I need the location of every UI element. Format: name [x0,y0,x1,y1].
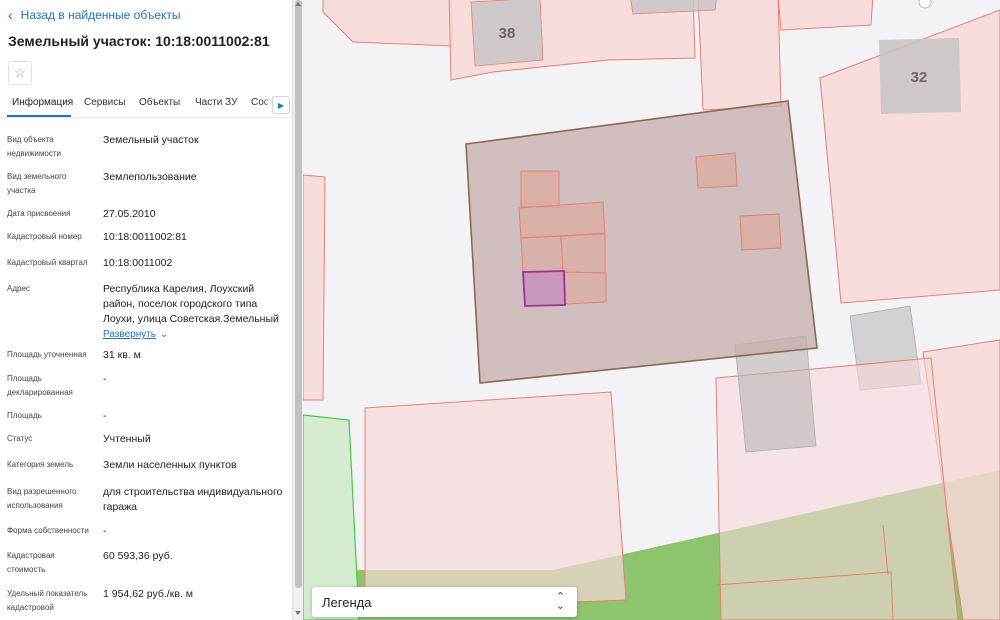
field-value: Учтенный [103,433,151,445]
parcel [364,391,627,611]
field-label: Дата присвоения [7,209,71,218]
cadastral-map[interactable]: 38 32 [303,0,1000,620]
parcel [695,152,738,189]
selected-parcel[interactable] [522,270,566,307]
field-label: Вид разрешенного использования [7,487,77,510]
field-label: Площадь уточненная [7,350,87,359]
expand-link[interactable]: Развернуть [103,329,156,340]
field-label: Площадь декларированная [7,374,73,397]
map-canvas[interactable]: 38 32 [303,0,1000,620]
legend-dropdown[interactable]: Легенда ⌃ ⌄ [312,587,577,617]
field-label: Удельный показатель кадастровой [7,589,88,612]
field-value: Земельный участок [103,134,199,146]
parcel [697,0,782,111]
field-value: для строительства индивидуального гаража [103,486,283,513]
parcel [562,271,607,305]
tab-info[interactable]: Информация [12,97,73,108]
parcel [777,0,874,31]
star-icon: ☆ [14,65,26,80]
parcel [322,0,454,47]
field-label: Вид земельного участка [7,172,67,195]
parcel [518,201,606,239]
parcel [520,170,560,208]
parcel [739,213,782,251]
field-label: Вид объекта недвижимости [7,135,61,158]
field-label: Площадь [7,411,42,420]
tab-bar: Информация Сервисы Объекты Части ЗУ Сост… [0,92,292,118]
chevron-up-down-icon: ⌃ ⌄ [555,591,565,612]
panel-scrollbar[interactable] [292,0,303,620]
field-value: Республика Карелия, Лоухский район, посе… [103,283,279,325]
field-value: - [103,410,107,422]
field-value: 31 кв. м [103,349,141,361]
field-value: Земли населенных пунктов [103,459,237,471]
legend-label: Легенда [322,594,372,610]
triangle-right-icon: ▶ [277,100,285,110]
parcel [520,235,564,275]
scrollbar-thumb[interactable] [295,0,302,588]
address-value: Республика Карелия, Лоухский район, посе… [103,282,287,342]
tab-objects[interactable]: Объекты [139,97,180,108]
building-number-label: 38 [499,25,516,42]
field-label: Адрес [7,284,30,293]
back-link-label: Назад в найденные объекты [20,8,181,22]
field-value: 27.05.2010 [103,208,156,220]
info-panel: ‹ Назад в найденные объекты Земельный уч… [0,0,292,620]
scroll-up-icon[interactable] [295,2,301,6]
page-title: Земельный участок: 10:18:0011002:81 [8,33,270,49]
active-tab-indicator [7,115,71,117]
scroll-down-icon[interactable] [295,611,301,615]
chevron-down-icon: ⌄ [160,329,169,340]
parcel [560,232,606,274]
tabs-scroll-right-button[interactable]: ▶ [272,96,290,114]
field-label: Кадастровый номер [7,232,82,241]
field-label: Форма собственности [7,526,89,535]
parcel [303,174,326,401]
field-label: Кадастровая стоимость [7,551,55,574]
building-number-label: 32 [911,69,928,86]
field-value: - [103,525,107,537]
field-value: 1 954,62 руб./кв. м [103,588,193,600]
field-value: Землепользование [103,171,197,183]
field-value: 10:18:0011002 [103,257,173,269]
field-label: Статус [7,434,33,443]
field-label: Категория земель [7,460,74,469]
tab-parts[interactable]: Части ЗУ [195,97,237,108]
tab-services[interactable]: Сервисы [84,97,125,108]
chevron-left-icon: ‹ [8,7,13,23]
field-value: 10:18:0011002:81 [103,231,187,243]
field-value: 60 593,36 руб. [103,550,173,562]
favorite-button[interactable]: ☆ [8,61,32,85]
field-value: - [103,373,107,385]
map-marker-circle [918,0,932,9]
field-label: Кадастровый квартал [7,258,88,267]
back-link[interactable]: ‹ Назад в найденные объекты [8,8,181,22]
